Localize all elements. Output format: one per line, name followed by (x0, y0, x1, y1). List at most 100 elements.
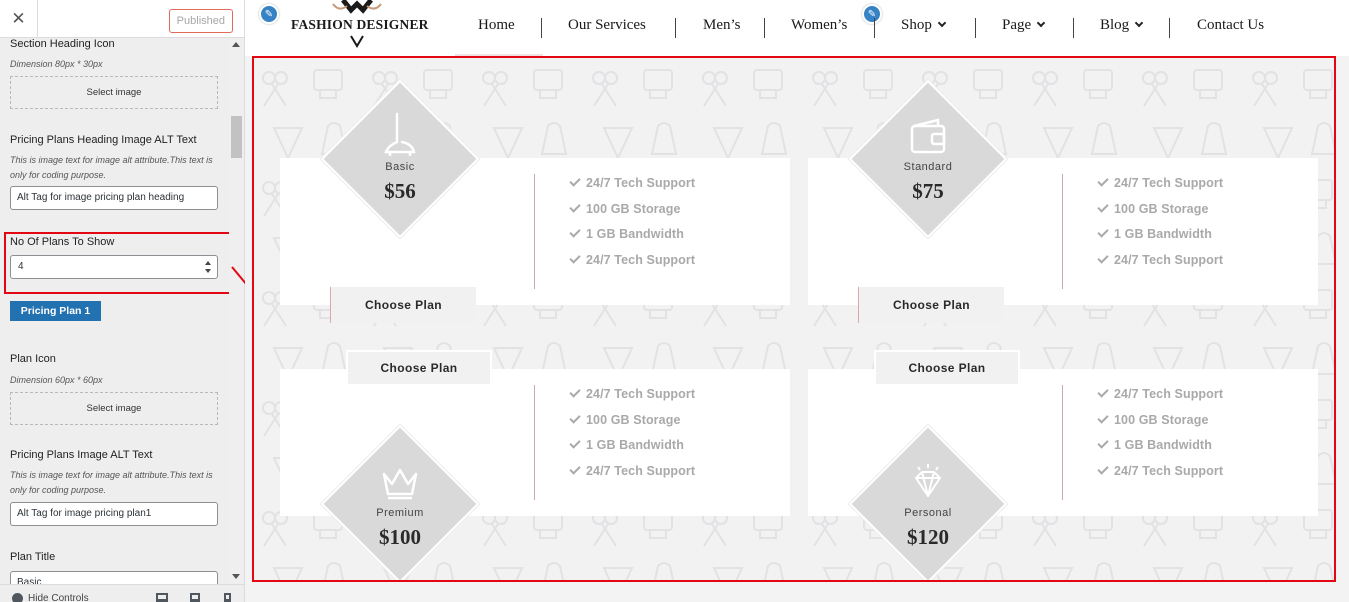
desktop-preview-icon[interactable] (156, 593, 168, 602)
chevron-down-icon (937, 18, 947, 28)
nav-separator (541, 18, 542, 38)
site-logo[interactable]: FASHION DESIGNER (291, 0, 428, 48)
nav-item-shop-label: Shop (901, 17, 932, 33)
check-icon (1097, 175, 1109, 187)
plan-title-input[interactable]: Basic (10, 571, 218, 584)
plan-name: Basic (385, 161, 415, 173)
nav-separator (1073, 18, 1074, 38)
mobile-preview-icon[interactable] (224, 593, 231, 602)
plan-alt-title: Pricing Plans Image ALT Text (10, 449, 153, 461)
card-divider (534, 174, 535, 289)
nav-separator (1169, 18, 1170, 38)
choose-plan-button[interactable]: Choose Plan (858, 287, 1004, 323)
check-icon (1097, 462, 1109, 475)
check-icon (569, 411, 581, 424)
plan-badge-basic-content: Basic $56 (320, 110, 480, 204)
customizer-sidebar: ✕ Published Section Heading Icon Dimensi… (0, 0, 245, 602)
feature-item: 1 GB Bandwidth (1097, 226, 1223, 253)
plan-icon-title: Plan Icon (10, 353, 56, 365)
scroll-thumb[interactable] (231, 116, 242, 158)
hide-controls-label: Hide Controls (28, 593, 89, 602)
nav-item-page[interactable]: Page (1002, 17, 1046, 39)
hide-controls-icon (12, 593, 23, 602)
nav-item-our-services[interactable]: Our Services (568, 17, 646, 39)
feature-item: 100 GB Storage (569, 200, 695, 228)
plan-icon-desc: Dimension 60px * 60px (10, 375, 103, 385)
nav-item-shop[interactable]: Shop (901, 17, 947, 39)
nav-separator (975, 18, 976, 38)
plan-name: Standard (903, 161, 953, 173)
choose-plan-button[interactable]: Choose Plan (874, 350, 1020, 386)
feature-list: 24/7 Tech Support 100 GB Storage 1 GB Ba… (1097, 175, 1223, 279)
check-icon (569, 226, 581, 238)
iron-icon (384, 112, 416, 158)
close-customizer-button[interactable]: ✕ (0, 0, 38, 38)
sidebar-scrollbar[interactable] (229, 38, 244, 584)
sidebar-footer: Hide Controls (0, 584, 244, 602)
feature-list: 24/7 Tech Support 100 GB Storage 1 GB Ba… (569, 175, 695, 279)
feature-item: 1 GB Bandwidth (569, 437, 695, 464)
plan-alt-desc: This is image text for image alt attribu… (10, 470, 213, 495)
site-header: FASHION DESIGNER ✎ ✎ Home Our Services M… (245, 0, 1349, 56)
feature-item: 24/7 Tech Support (569, 251, 695, 279)
feature-item: 100 GB Storage (569, 411, 695, 439)
choose-plan-button[interactable]: Choose Plan (346, 350, 492, 386)
nav-item-home[interactable]: Home (478, 17, 515, 39)
nav-item-mens[interactable]: Men’s (703, 17, 741, 39)
nav-item-contact-us[interactable]: Contact Us (1197, 17, 1264, 39)
card-divider (1062, 174, 1063, 289)
plan-name: Personal (904, 507, 952, 519)
plan-alt-input[interactable]: Alt Tag for image pricing plan1 (10, 502, 218, 526)
feature-item: 24/7 Tech Support (1097, 175, 1223, 202)
scroll-up-icon[interactable] (232, 42, 240, 47)
close-icon: ✕ (11, 9, 26, 28)
edit-logo-pencil-icon[interactable]: ✎ (259, 4, 279, 24)
feature-item: 24/7 Tech Support (1097, 251, 1223, 279)
nav-separator (874, 18, 875, 38)
check-icon (569, 437, 581, 449)
site-preview: FASHION DESIGNER ✎ ✎ Home Our Services M… (245, 0, 1349, 602)
plan-badge-standard-content: Standard $75 (848, 116, 1008, 204)
check-icon (1097, 411, 1109, 424)
check-icon (1097, 251, 1109, 264)
scroll-down-icon[interactable] (232, 574, 240, 579)
feature-list: 24/7 Tech Support 100 GB Storage 1 GB Ba… (569, 386, 695, 490)
plan-price: $120 (907, 525, 949, 549)
nav-item-page-label: Page (1002, 17, 1032, 33)
crown-icon (382, 468, 418, 500)
feature-item: 100 GB Storage (1097, 411, 1223, 439)
check-icon (569, 175, 581, 187)
nav-item-womens[interactable]: Women’s (791, 17, 847, 39)
check-icon (569, 462, 581, 475)
plan-price: $56 (384, 179, 416, 203)
feature-item: 24/7 Tech Support (1097, 386, 1223, 413)
check-icon (569, 386, 581, 398)
feature-item: 100 GB Storage (1097, 200, 1223, 228)
hide-controls-button[interactable]: Hide Controls (12, 593, 89, 602)
pricing-section: 24/7 Tech Support 100 GB Storage 1 GB Ba… (252, 56, 1336, 582)
publish-button[interactable]: Published (168, 9, 233, 33)
edit-menu-pencil-icon[interactable]: ✎ (862, 4, 882, 24)
feature-item: 24/7 Tech Support (569, 175, 695, 202)
chevron-down-icon (1134, 18, 1144, 28)
check-icon (1097, 226, 1109, 238)
wallet-icon (910, 118, 946, 154)
check-icon (1097, 437, 1109, 449)
choose-plan-button[interactable]: Choose Plan (330, 287, 476, 323)
feature-list: 24/7 Tech Support 100 GB Storage 1 GB Ba… (1097, 386, 1223, 490)
feature-item: 24/7 Tech Support (1097, 462, 1223, 490)
plan-title-label: Plan Title (10, 551, 56, 563)
chevron-down-icon (1036, 18, 1046, 28)
nav-separator (764, 18, 765, 38)
check-icon (569, 200, 581, 213)
sidebar-controls-lower: Plan Icon Dimension 60px * 60px Select i… (0, 38, 229, 584)
nav-item-blog[interactable]: Blog (1100, 17, 1144, 39)
plan-price: $75 (912, 179, 944, 203)
check-icon (569, 251, 581, 264)
nav-separator (675, 18, 676, 38)
feature-item: 24/7 Tech Support (569, 386, 695, 413)
plan-price: $100 (379, 525, 421, 549)
feature-item: 24/7 Tech Support (569, 462, 695, 490)
plan-icon-select-image-button[interactable]: Select image (10, 392, 218, 425)
tablet-preview-icon[interactable] (190, 593, 200, 602)
